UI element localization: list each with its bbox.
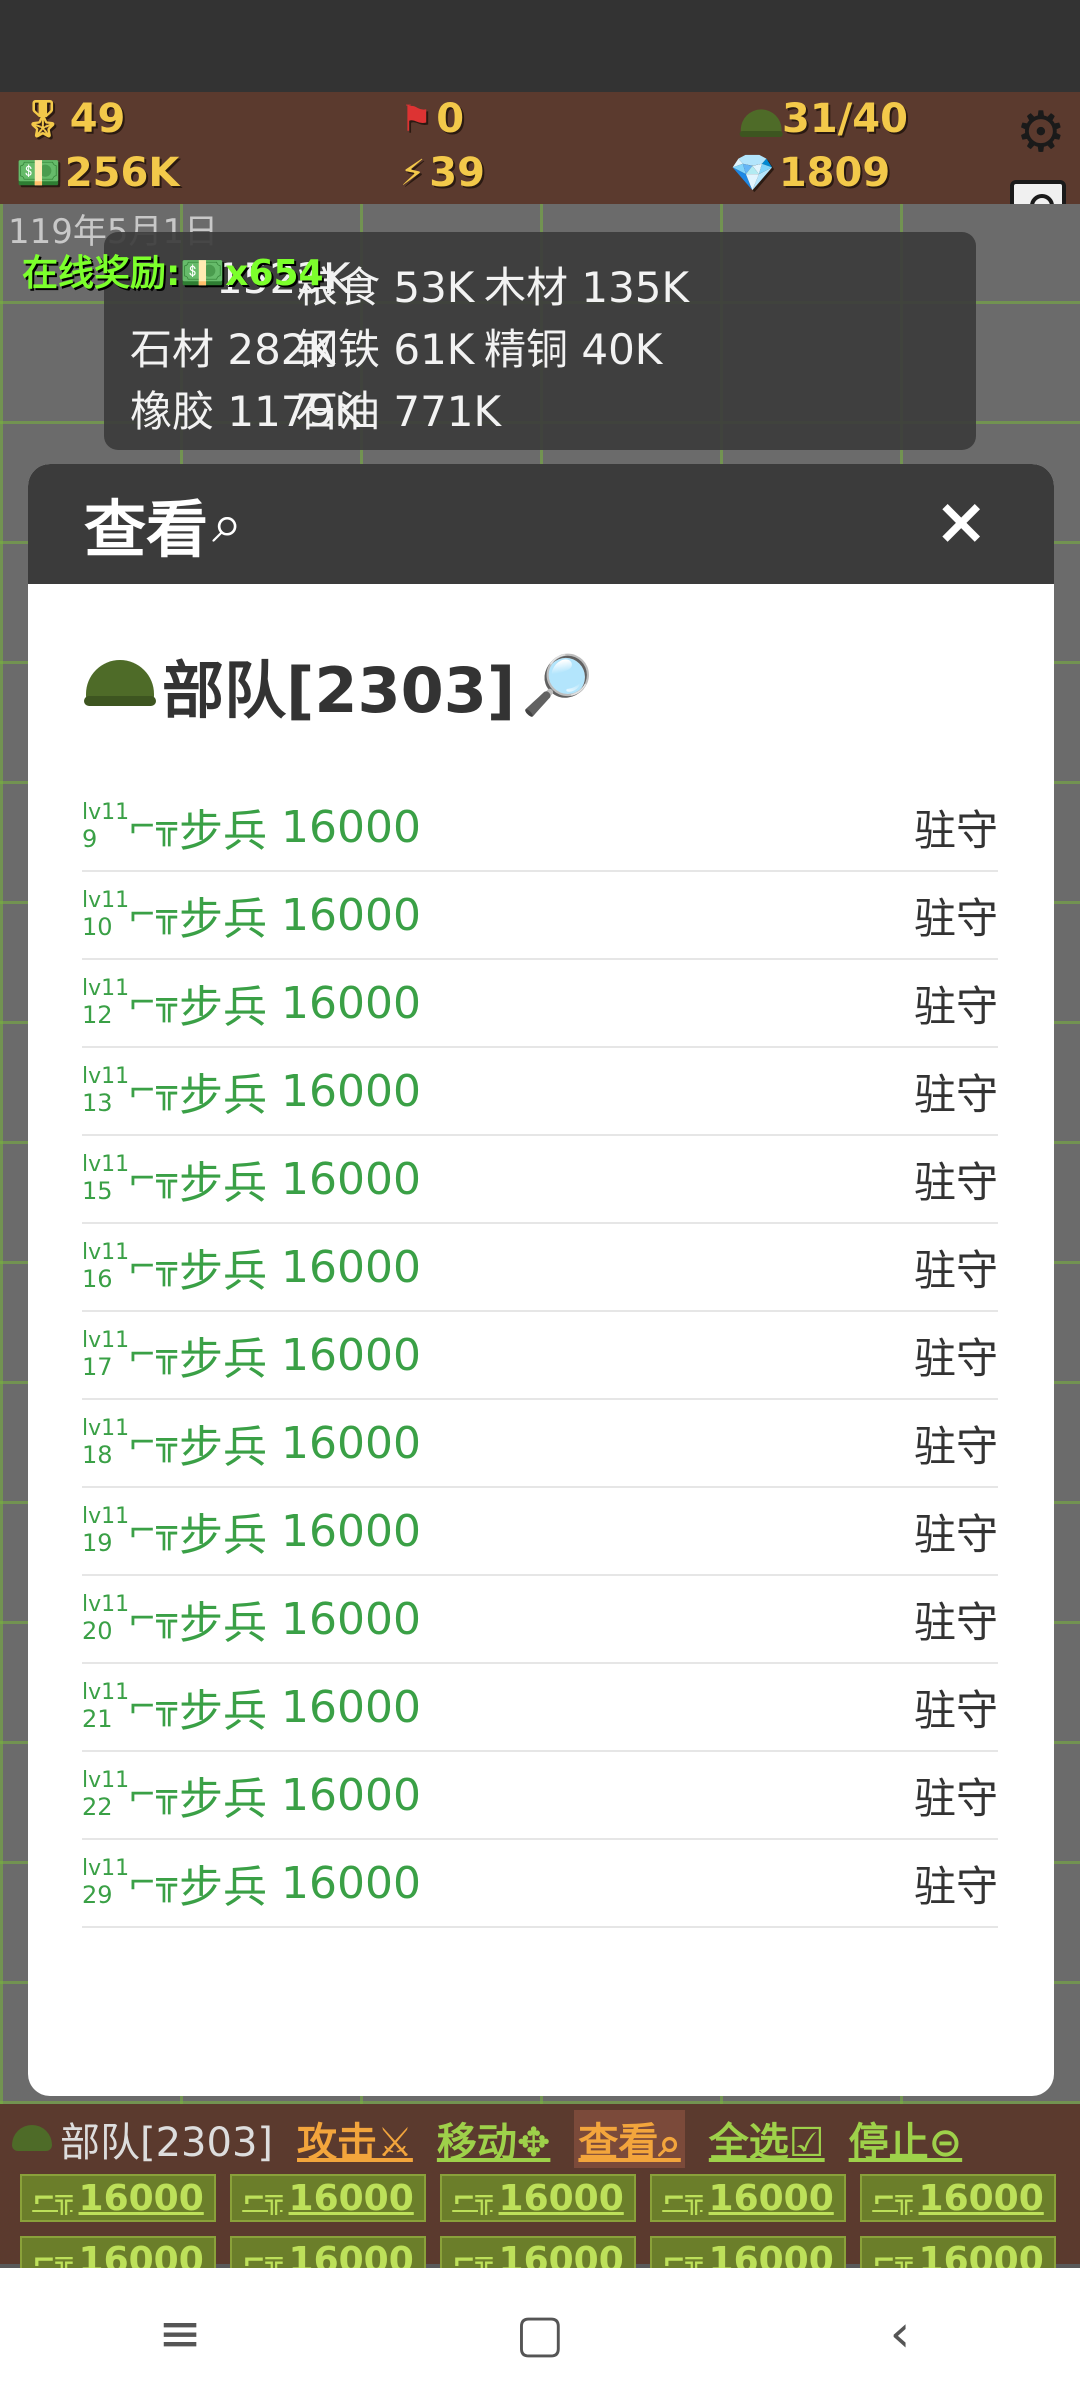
resource-oil: 石油 771K bbox=[296, 387, 502, 436]
modal-header: 查看 ⌕ × bbox=[28, 464, 1054, 584]
stop-button[interactable]: 停止⊝ bbox=[849, 2110, 963, 2168]
troop-row[interactable]: lv11 29 ⌐╦ 步兵 16000 驻守 bbox=[82, 1840, 998, 1928]
cash-stat: 💵 256K bbox=[16, 150, 180, 196]
troop-status: 驻守 bbox=[913, 1333, 998, 1383]
cash-icon: 💵 bbox=[180, 253, 226, 294]
selected-troop-label: 部队[2303] bbox=[10, 2110, 273, 2168]
rifle-icon: ⌐╦ bbox=[128, 1863, 177, 1903]
troop-row[interactable]: lv11 10 ⌐╦ 步兵 16000 驻守 bbox=[82, 872, 998, 960]
diamonds-stat: 💎 1809 bbox=[730, 150, 891, 196]
rifle-icon: ⌐╦ bbox=[872, 2181, 913, 2215]
unit-chip[interactable]: ⌐╦ 16000 bbox=[650, 2174, 846, 2222]
rifle-icon: ⌐╦ bbox=[242, 2181, 283, 2215]
resource-copper: 精铜 40K bbox=[484, 325, 663, 374]
lightning-icon: ⚡ bbox=[400, 152, 426, 194]
action-bar: 部队[2303] 攻击⚔ 移动✥ 查看⌕ 全选☑ 停止⊝ ⌐╦ 16000 ⌐╦ 1… bbox=[0, 2104, 1080, 2284]
menu-icon[interactable]: ≡ bbox=[120, 2304, 240, 2364]
flag-icon: ⚑ bbox=[400, 98, 433, 140]
unit-chip[interactable]: ⌐╦ 16000 bbox=[20, 2174, 216, 2222]
troop-row[interactable]: lv11 15 ⌐╦ 步兵 16000 驻守 bbox=[82, 1136, 998, 1224]
troop-status: 驻守 bbox=[913, 1597, 998, 1647]
resource-steel: 钢铁 61K bbox=[296, 325, 475, 374]
rifle-icon: ⌐╦ bbox=[128, 1247, 177, 1287]
troop-row[interactable]: lv11 18 ⌐╦ 步兵 16000 驻守 bbox=[82, 1400, 998, 1488]
medal-icon: 🎖 bbox=[20, 99, 66, 140]
troop-status: 驻守 bbox=[913, 1773, 998, 1823]
troop-row[interactable]: lv11 16 ⌐╦ 步兵 16000 驻守 bbox=[82, 1224, 998, 1312]
modal-title: 查看 bbox=[84, 493, 209, 566]
rifle-icon: ⌐╦ bbox=[128, 983, 177, 1023]
diamond-icon: 💎 bbox=[730, 153, 775, 194]
rifle-icon: ⌐╦ bbox=[128, 1775, 177, 1815]
helmet-icon bbox=[84, 654, 156, 716]
top-hud: 🎖 49 ⚑ 0 31/40 💵 256K ⚡ 39 💎 1809 bbox=[0, 92, 1080, 204]
troop-status: 驻守 bbox=[913, 1685, 998, 1735]
back-icon[interactable]: ‹ bbox=[840, 2304, 960, 2364]
attack-button[interactable]: 攻击⚔ bbox=[297, 2110, 413, 2168]
troop-row[interactable]: lv11 19 ⌐╦ 步兵 16000 驻守 bbox=[82, 1488, 998, 1576]
online-reward[interactable]: 在线奖励:💵x654 bbox=[22, 244, 324, 296]
rifle-icon: ⌐╦ bbox=[128, 1511, 177, 1551]
view-troops-modal: 查看 ⌕ × 部队[2303] 🔎 lv11 9 ⌐╦ 步兵 16000 驻守 lv11… bbox=[28, 464, 1054, 2096]
unit-chip[interactable]: ⌐╦ 16000 bbox=[440, 2174, 636, 2222]
move-button[interactable]: 移动✥ bbox=[437, 2110, 551, 2168]
resource-wood: 木材 135K bbox=[484, 263, 690, 312]
search-icon: ⌕ bbox=[212, 492, 243, 555]
troop-row[interactable]: lv11 13 ⌐╦ 步兵 16000 驻守 bbox=[82, 1048, 998, 1136]
action-row: 部队[2303] 攻击⚔ 移动✥ 查看⌕ 全选☑ 停止⊝ bbox=[10, 2110, 962, 2168]
close-button[interactable]: × bbox=[934, 490, 988, 554]
troop-status: 驻守 bbox=[913, 1861, 998, 1911]
magnifier-icon[interactable]: 🔎 bbox=[521, 651, 593, 720]
troop-row[interactable]: lv11 22 ⌐╦ 步兵 16000 驻守 bbox=[82, 1752, 998, 1840]
rifle-icon: ⌐╦ bbox=[662, 2181, 703, 2215]
rifle-icon: ⌐╦ bbox=[128, 1335, 177, 1375]
troop-row[interactable]: lv11 17 ⌐╦ 步兵 16000 驻守 bbox=[82, 1312, 998, 1400]
rifle-icon: ⌐╦ bbox=[128, 807, 177, 847]
troops-stat: 31/40 bbox=[730, 96, 908, 142]
troop-status: 驻守 bbox=[913, 981, 998, 1031]
troop-status: 驻守 bbox=[913, 893, 998, 943]
unit-chip[interactable]: ⌐╦ 16000 bbox=[230, 2174, 426, 2222]
troop-status: 驻守 bbox=[913, 805, 998, 855]
settings-gear-icon[interactable]: ⚙ bbox=[1016, 100, 1066, 165]
troop-status: 驻守 bbox=[913, 1245, 998, 1295]
view-button[interactable]: 查看⌕ bbox=[574, 2110, 685, 2168]
status-bar bbox=[0, 0, 1080, 92]
troop-status: 驻守 bbox=[913, 1157, 998, 1207]
troop-row[interactable]: lv11 12 ⌐╦ 步兵 16000 驻守 bbox=[82, 960, 998, 1048]
troop-row[interactable]: lv11 21 ⌐╦ 步兵 16000 驻守 bbox=[82, 1664, 998, 1752]
home-icon[interactable]: ▢ bbox=[480, 2304, 600, 2364]
rifle-icon: ⌐╦ bbox=[452, 2181, 493, 2215]
troop-status: 驻守 bbox=[913, 1509, 998, 1559]
cash-icon: 💵 bbox=[16, 153, 61, 194]
medals-stat: 🎖 49 bbox=[20, 96, 126, 142]
troop-list: lv11 9 ⌐╦ 步兵 16000 驻守 lv11 10 ⌐╦ 步兵 16000 驻守 lv1… bbox=[82, 784, 998, 1928]
unit-chip[interactable]: ⌐╦ 16000 bbox=[860, 2174, 1056, 2222]
energy-stat: ⚡ 39 bbox=[400, 150, 485, 196]
rifle-icon: ⌐╦ bbox=[128, 1599, 177, 1639]
system-nav-bar: ≡ ▢ ‹ bbox=[0, 2268, 1080, 2400]
troop-row[interactable]: lv11 20 ⌐╦ 步兵 16000 驻守 bbox=[82, 1576, 998, 1664]
rifle-icon: ⌐╦ bbox=[128, 895, 177, 935]
rifle-icon: ⌐╦ bbox=[128, 1687, 177, 1727]
rifle-icon: ⌐╦ bbox=[128, 1159, 177, 1199]
helmet-icon bbox=[10, 2121, 54, 2157]
select-all-button[interactable]: 全选☑ bbox=[709, 2110, 825, 2168]
rifle-icon: ⌐╦ bbox=[32, 2181, 73, 2215]
rifle-icon: ⌐╦ bbox=[128, 1423, 177, 1463]
troop-row[interactable]: lv11 9 ⌐╦ 步兵 16000 驻守 bbox=[82, 784, 998, 872]
troop-heading-label: 部队[2303] bbox=[162, 654, 516, 727]
flags-stat: ⚑ 0 bbox=[400, 96, 465, 142]
helmet-icon bbox=[739, 106, 783, 137]
troop-status: 驻守 bbox=[913, 1421, 998, 1471]
troop-heading: 部队[2303] 🔎 bbox=[84, 640, 593, 730]
rifle-icon: ⌐╦ bbox=[128, 1071, 177, 1111]
troop-status: 驻守 bbox=[913, 1069, 998, 1119]
